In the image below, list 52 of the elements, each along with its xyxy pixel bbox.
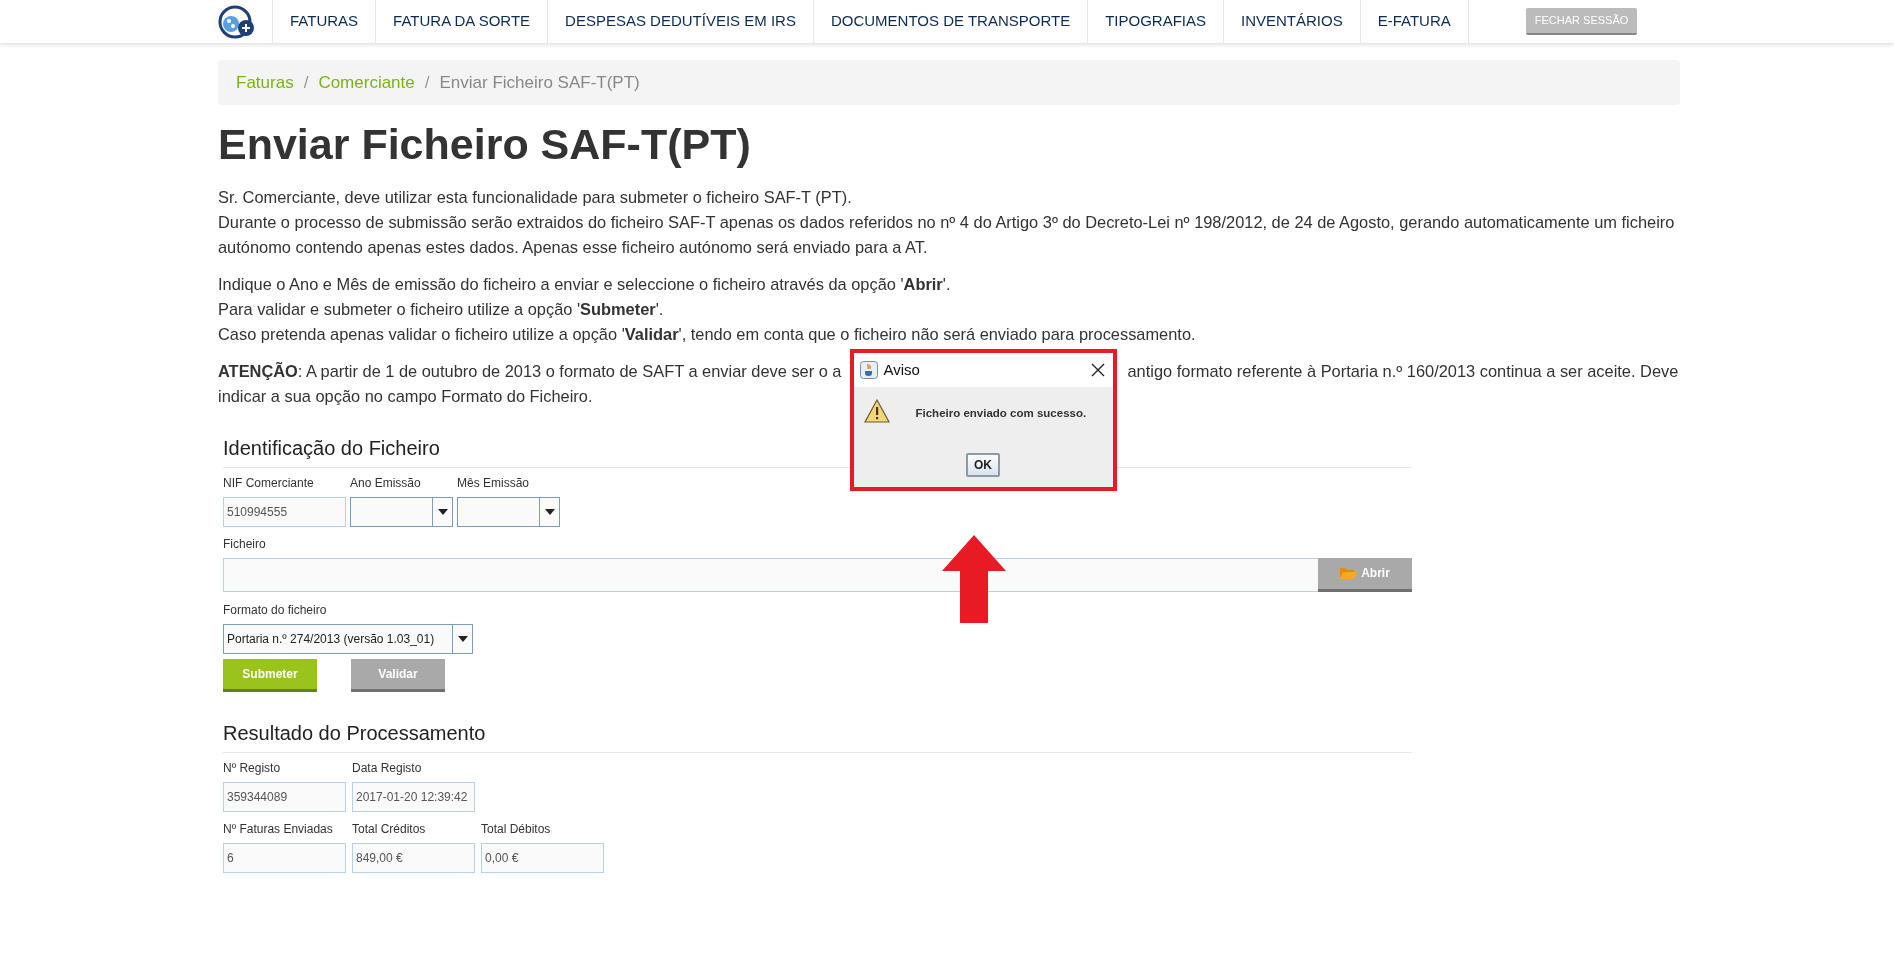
text-field[interactable]: 510994555	[223, 496, 346, 527]
field-label: NIF Comerciante	[223, 474, 315, 492]
field-label: Formato do ficheiro	[223, 601, 328, 619]
breadcrumb-separator: /	[423, 71, 431, 94]
notice-text: ATENÇÃO: A partir de 1 de outubro de 2013 o formato de SAFT a enviar deve ser o a	[218, 361, 842, 380]
paragraph-line: autónomo contendo apenas estes dados. Apenas esse ficheiro autónomo será enviado para a AT.	[218, 236, 929, 258]
text-field[interactable]: 2017-01-20 12:39:42	[352, 781, 475, 812]
nav-link[interactable]: FATURAS	[272, 0, 377, 43]
dialog-message: Ficheiro enviado com sucesso.	[915, 405, 1087, 421]
nav-link[interactable]: DESPESAS DEDUTÍVEIS EM IRS	[548, 0, 814, 43]
ok-button[interactable]: OK	[966, 452, 1000, 477]
nav-link[interactable]: FATURA DA SORTE	[376, 0, 549, 43]
text-field[interactable]: 0,00 €	[481, 842, 604, 873]
close-icon[interactable]	[1090, 362, 1105, 377]
field-label: Ficheiro	[223, 535, 267, 553]
dropdown[interactable]	[457, 496, 560, 527]
paragraph-line: Para validar e submeter o ficheiro utilize a opção 'Submeter'.	[218, 298, 665, 320]
nav-link[interactable]: E-FATURA	[1360, 0, 1469, 43]
paragraph-line: Sr. Comerciante, deve utilizar esta funcionalidade para submeter o ficheiro SAF-T (PT).	[218, 186, 853, 208]
nav-link[interactable]: TIPOGRAFIAS	[1088, 0, 1224, 43]
breadcrumb-current: Enviar Ficheiro SAF-T(PT)	[439, 71, 640, 94]
dialog-title: Aviso	[883, 360, 921, 381]
logo[interactable]	[218, 3, 256, 40]
field-label: Nº Faturas Enviadas	[223, 820, 334, 838]
field-label: Mês Emissão	[457, 474, 531, 492]
section-title: Resultado do Processamento	[223, 717, 1412, 753]
field-label: Total Débitos	[481, 820, 552, 838]
nav-link[interactable]: DOCUMENTOS DE TRANSPORTE	[813, 0, 1089, 43]
folder-icon	[1340, 567, 1358, 580]
text-field[interactable]: 359344089	[223, 781, 346, 812]
notice-text: antigo formato referente à Portaria n.º 160/2013 continua a ser aceite. Deve	[1127, 361, 1679, 380]
breadcrumb-separator: /	[302, 71, 310, 94]
warning-icon	[863, 398, 890, 423]
field-label: Total Créditos	[352, 820, 427, 838]
cup-icon	[859, 360, 878, 379]
text-field[interactable]: 6	[223, 842, 346, 873]
page-title: Enviar Ficheiro SAF-T(PT)	[218, 119, 752, 170]
dropdown[interactable]	[350, 496, 453, 527]
field-label: Data Registo	[352, 759, 423, 777]
text-field[interactable]: 849,00 €	[352, 842, 475, 873]
caret-icon	[437, 508, 448, 515]
nav-link[interactable]: INVENTÁRIOS	[1224, 0, 1361, 43]
file-field[interactable]	[223, 557, 1319, 592]
field-label: Ano Emissão	[350, 474, 422, 492]
dropdown[interactable]: Portaria n.º 274/2013 (versão 1.03_01)	[223, 623, 473, 654]
paragraph-line: Indique o Ano e Mês de emissão do ficheiro a enviar e seleccione o ficheiro através da opção 'Abrir'.	[218, 273, 952, 295]
field-label: Nº Registo	[223, 759, 282, 777]
paragraph-line: Caso pretenda apenas validar o ficheiro utilize a opção 'Validar', tendo em conta que o ficheiro não será enviado para processamento.	[218, 323, 1197, 345]
paragraph-line: Durante o processo de submissão serão extraidos do ficheiro SAF-T apenas os dados referidos no nº 4 do Artigo 3º do Decreto-Lei nº 198/2012, de 24 de Agosto, gerando automaticamente um ficheiro	[218, 211, 1676, 233]
caret-icon	[457, 635, 468, 642]
caret-icon	[544, 508, 555, 515]
notice-text: indicar a sua opção no campo Formato do Ficheiro.	[218, 385, 594, 407]
